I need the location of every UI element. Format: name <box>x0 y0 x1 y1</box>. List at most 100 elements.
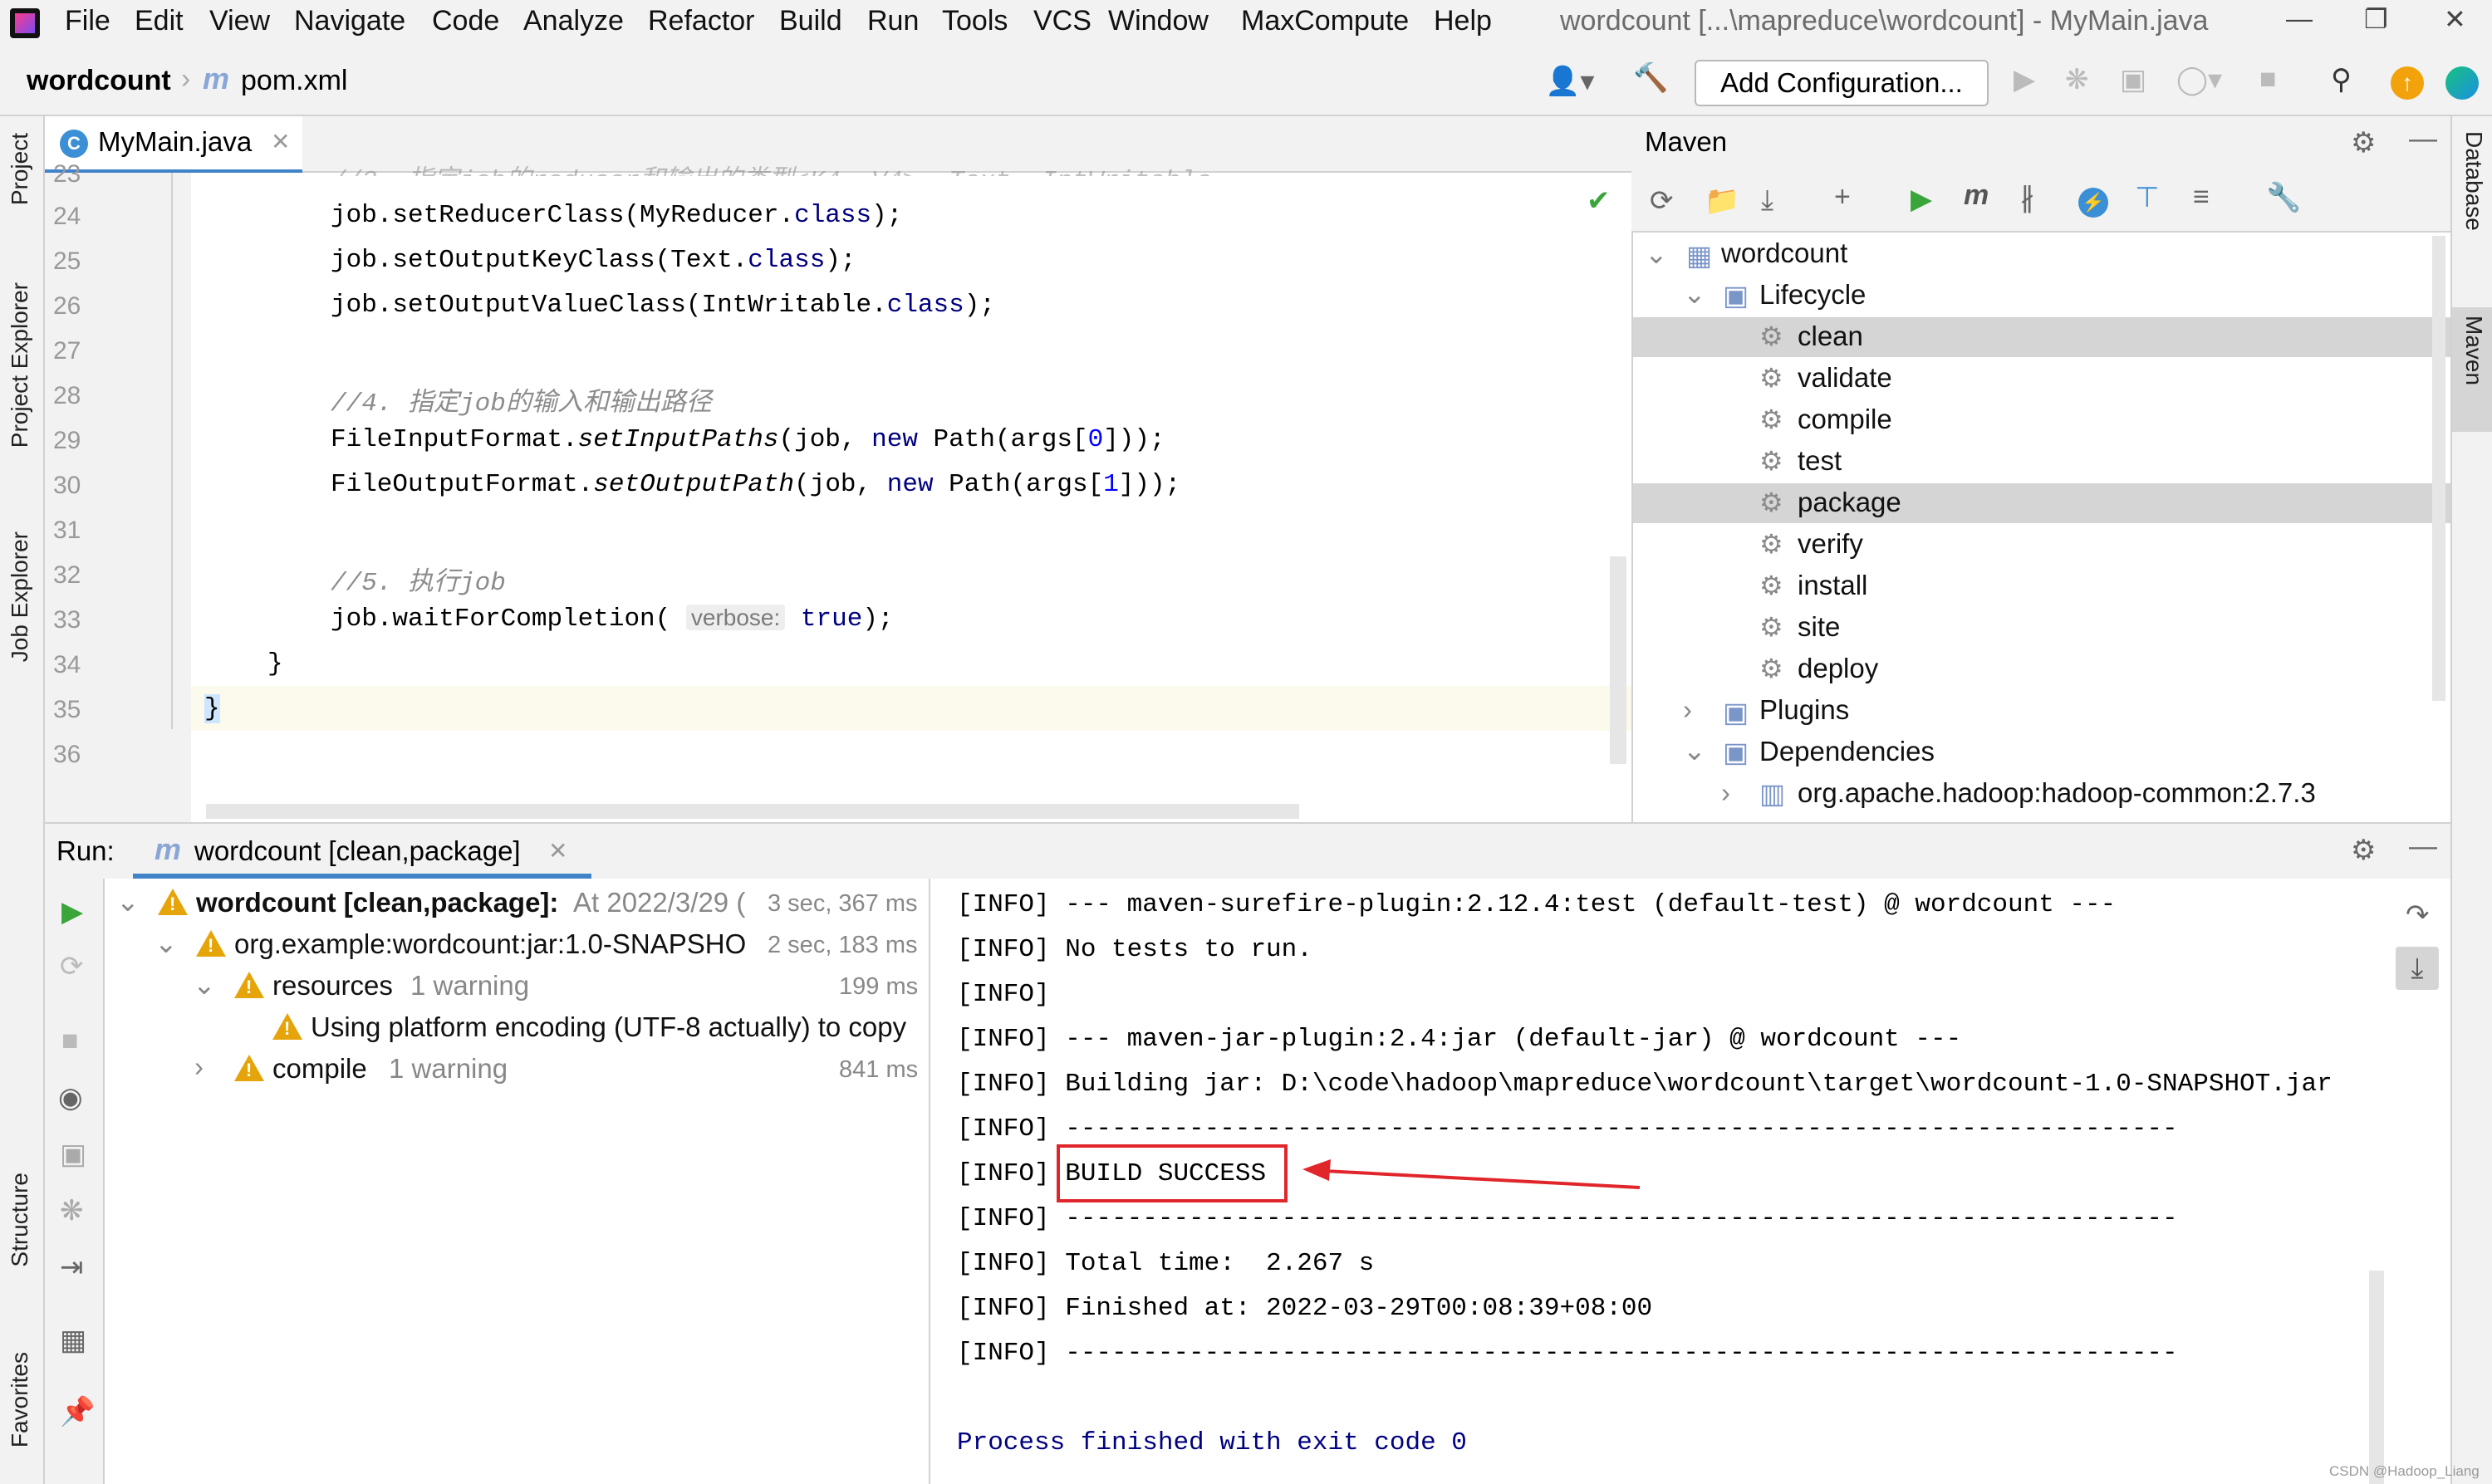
menu-code[interactable]: Code <box>432 5 499 37</box>
menu-view[interactable]: View <box>209 5 270 37</box>
goal-package[interactable]: package <box>1798 487 1901 518</box>
add-configuration-button[interactable]: Add Configuration... <box>1695 60 1989 106</box>
pin-icon[interactable]: 📌 <box>60 1395 95 1428</box>
run-icon[interactable]: ▶ <box>2014 63 2035 96</box>
scroll-to-end-icon[interactable]: ⤓ <box>2396 947 2439 990</box>
expand-arrow-icon[interactable]: ⌄ <box>116 885 140 918</box>
reload-icon[interactable]: ⟳ <box>1650 184 1674 218</box>
collapse-arrow-icon[interactable]: › <box>194 1051 204 1083</box>
menu-edit[interactable]: Edit <box>135 5 184 37</box>
goal-deploy[interactable]: deploy <box>1798 653 1878 684</box>
maven-root[interactable]: wordcount <box>1721 238 1847 269</box>
tab-maven[interactable]: Maven <box>2460 316 2487 385</box>
menu-run[interactable]: Run <box>867 5 919 37</box>
search-icon[interactable]: ⚲ <box>2331 63 2352 96</box>
goal-site[interactable]: site <box>1798 611 1840 643</box>
menu-vcs[interactable]: VCS <box>1033 5 1091 37</box>
expand-arrow-icon[interactable]: ⌄ <box>1645 238 1668 270</box>
stop-run-icon[interactable]: ■ <box>61 1025 79 1057</box>
editor-horizontal-scrollbar[interactable] <box>206 804 1299 819</box>
profile-icon[interactable]: ◯▾ <box>2176 63 2222 96</box>
close-tab-icon[interactable]: ✕ <box>271 128 290 155</box>
settings-gear-icon[interactable]: ⚙ <box>2351 834 2376 867</box>
dependencies-node[interactable]: Dependencies <box>1759 736 1935 767</box>
warning-message[interactable]: Using platform encoding (UTF-8 actually)… <box>311 1011 929 1043</box>
editor-vertical-scrollbar[interactable] <box>1610 556 1626 764</box>
expand-arrow-icon[interactable]: ⌄ <box>1683 277 1706 310</box>
goal-verify[interactable]: verify <box>1798 528 1863 560</box>
exit-icon[interactable]: ⇥ <box>60 1251 84 1284</box>
soft-wrap-icon[interactable]: ↷ <box>2406 899 2430 932</box>
goal-install[interactable]: install <box>1798 570 1867 601</box>
download-icon[interactable]: ⤓ <box>1761 184 1773 217</box>
resources-label[interactable]: resources <box>272 970 393 1002</box>
menu-window[interactable]: Window <box>1108 5 1209 37</box>
code-token: (job, <box>778 425 872 454</box>
tab-project[interactable]: Project <box>7 133 33 205</box>
eye-icon[interactable]: ◉ <box>58 1081 83 1114</box>
menu-tools[interactable]: Tools <box>942 5 1008 37</box>
run-maven-icon[interactable]: ▶ <box>1911 183 1932 216</box>
menu-help[interactable]: Help <box>1434 5 1492 37</box>
update-icon[interactable]: ↑ <box>2391 66 2424 100</box>
toggle-offline-icon[interactable]: ∦ <box>2020 181 2034 214</box>
run-tab-label[interactable]: wordcount [clean,package] <box>194 835 521 867</box>
skip-tests-icon[interactable]: ⚡ <box>2078 188 2108 218</box>
console-line: [INFO] ---------------------------------… <box>957 1114 2178 1144</box>
run-root-label[interactable]: wordcount [clean,package]: <box>196 887 558 918</box>
run-module-label[interactable]: org.example:wordcount:jar:1.0-SNAPSHO <box>234 928 746 960</box>
maven-scrollbar[interactable] <box>2432 236 2445 701</box>
execute-goal-icon[interactable]: m <box>1964 179 1989 212</box>
debug-icon[interactable]: ❋ <box>2065 63 2089 96</box>
add-icon[interactable]: + <box>1834 181 1851 213</box>
close-tab-icon[interactable]: ✕ <box>548 837 567 864</box>
generate-sources-icon[interactable]: 📁 <box>1705 184 1739 218</box>
plugins-node[interactable]: Plugins <box>1759 694 1849 726</box>
menu-build[interactable]: Build <box>779 5 842 37</box>
rerun-failed-icon[interactable]: ⟳ <box>60 950 84 983</box>
menu-analyze[interactable]: Analyze <box>523 5 624 37</box>
tab-job-explorer[interactable]: Job Explorer <box>7 531 33 662</box>
user-icon[interactable]: 👤▾ <box>1545 65 1594 98</box>
settings-gear-icon[interactable]: ⚙ <box>2351 126 2376 159</box>
menu-maxcompute[interactable]: MaxCompute <box>1241 5 1409 37</box>
coverage-icon[interactable]: ▣ <box>2120 63 2146 96</box>
stop-icon[interactable]: ■ <box>2259 63 2277 96</box>
collapse-arrow-icon[interactable]: › <box>1683 694 1692 726</box>
tab-database[interactable]: Database <box>2460 131 2487 231</box>
compile-label[interactable]: compile <box>272 1053 367 1085</box>
menu-navigate[interactable]: Navigate <box>294 5 405 37</box>
layout-icon[interactable]: ▦ <box>60 1324 86 1357</box>
collapse-all-icon[interactable]: ≡ <box>2193 181 2210 213</box>
goal-test[interactable]: test <box>1798 445 1842 477</box>
goal-clean[interactable]: clean <box>1798 321 1863 352</box>
lifecycle-node[interactable]: Lifecycle <box>1759 279 1866 311</box>
breadcrumb-project[interactable]: wordcount <box>27 65 171 97</box>
hide-panel-icon[interactable]: — <box>2409 830 2437 863</box>
bug-icon[interactable]: ❋ <box>60 1194 84 1227</box>
breadcrumb-file[interactable]: pom.xml <box>241 65 347 97</box>
plugin-icon[interactable] <box>2445 66 2479 100</box>
close-window-icon[interactable]: ✕ <box>2444 3 2466 35</box>
menu-file[interactable]: File <box>65 5 110 37</box>
collapse-arrow-icon[interactable]: › <box>1721 777 1730 809</box>
camera-icon[interactable]: ▣ <box>60 1138 86 1171</box>
maven-settings-icon[interactable]: 🔧 <box>2266 181 2301 214</box>
menu-refactor[interactable]: Refactor <box>648 5 755 37</box>
hide-panel-icon[interactable]: — <box>2409 123 2437 155</box>
minimize-icon[interactable]: — <box>2286 3 2313 34</box>
tab-structure[interactable]: Structure <box>7 1173 33 1267</box>
tab-project-explorer[interactable]: Project Explorer <box>7 282 33 448</box>
goal-compile[interactable]: compile <box>1798 404 1892 435</box>
build-hammer-icon[interactable]: 🔨 <box>1633 61 1668 95</box>
expand-arrow-icon[interactable]: ⌄ <box>1683 734 1706 766</box>
expand-arrow-icon[interactable]: ⌄ <box>155 927 178 959</box>
rerun-icon[interactable]: ▶ <box>61 895 83 928</box>
goal-validate[interactable]: validate <box>1798 362 1892 394</box>
restore-icon[interactable]: ❐ <box>2364 3 2388 35</box>
console-scrollbar[interactable] <box>2369 1271 2384 1484</box>
tab-favorites[interactable]: Favorites <box>7 1352 33 1447</box>
dependency-item[interactable]: org.apache.hadoop:hadoop-common:2.7.3 <box>1798 777 2316 809</box>
show-dependencies-icon[interactable]: ⊤ <box>2135 181 2160 214</box>
expand-arrow-icon[interactable]: ⌄ <box>193 968 216 1001</box>
